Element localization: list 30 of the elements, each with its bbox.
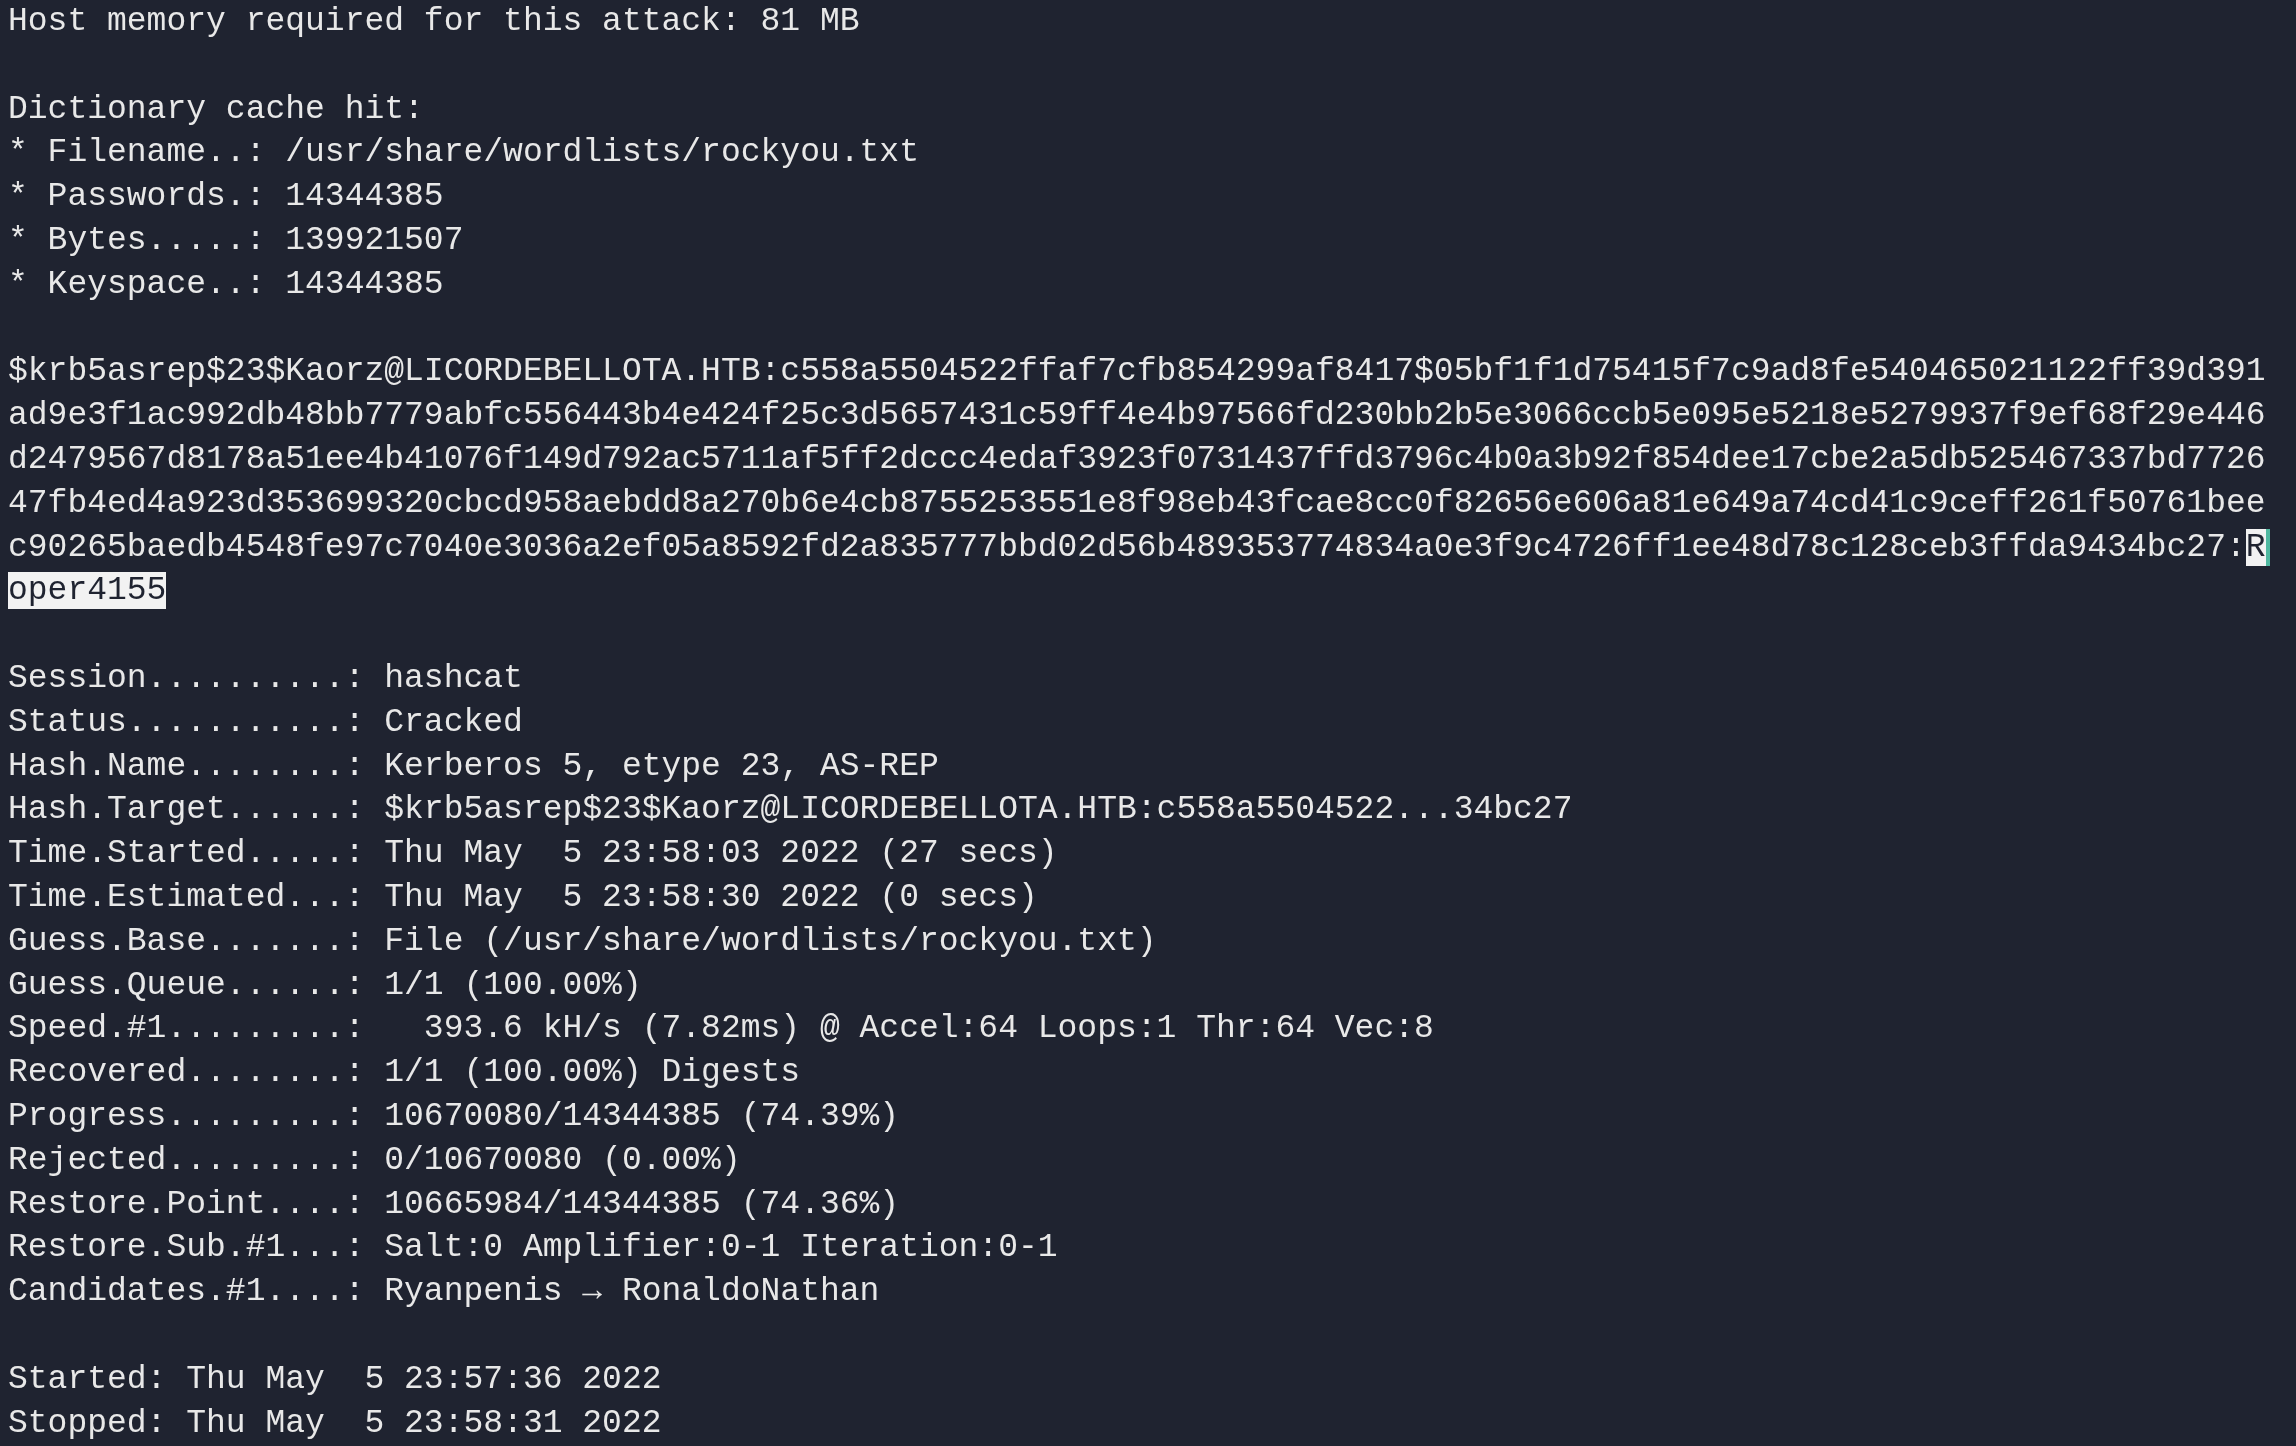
output-line: 47fb4ed4a923d353699320cbcd958aebdd8a270b6e4cb8755253551e8f98eb43fcae8cc0f82656e606a81e649a74cd41c9ceff261f50761bee <box>8 484 2266 522</box>
output-line: Guess.Base.......: File (/usr/share/wordlists/rockyou.txt) <box>8 922 1157 960</box>
output-line: Host memory required for this attack: 81 MB <box>8 3 860 40</box>
output-line: Guess.Queue......: 1/1 (100.00%) <box>8 966 642 1004</box>
output-line: Hash.Name........: Kerberos 5, etype 23, AS-REP <box>8 747 939 785</box>
output-line: * Passwords.: 14344385 <box>8 178 444 216</box>
output-line: Started: Thu May 5 23:57:36 2022 <box>8 1360 662 1398</box>
output-line: * Bytes.....: 139921507 <box>8 222 464 259</box>
output-line: Hash.Target......: $krb5asrep$23$Kaorz@LICORDEBELLOTA.HTB:c558a5504522...34bc27 <box>8 791 1573 829</box>
selected-text: R <box>2245 528 2270 566</box>
output-line: Stopped: Thu May 5 23:58:31 2022 <box>8 1404 662 1442</box>
output-line: Time.Started.....: Thu May 5 23:58:03 2022 (27 secs) <box>8 835 1058 873</box>
output-line: Rejected.........: 0/10670080 (0.00%) <box>8 1141 741 1179</box>
selected-text: oper4155 <box>8 572 167 610</box>
output-line: * Filename..: /usr/share/wordlists/rockyou.txt <box>8 134 919 172</box>
output-line: d2479567d8178a51ee4b41076f149d792ac5711af5ff2dccc4edaf3923f0731437ffd3796c4b0a3b92f854dee17cbe2a5db525467337bd7726 <box>8 440 2266 478</box>
output-line: Status...........: Cracked <box>8 703 523 741</box>
output-line: Session..........: hashcat <box>8 659 523 697</box>
output-line: Time.Estimated...: Thu May 5 23:58:30 2022 (0 secs) <box>8 878 1038 916</box>
output-line: ad9e3f1ac992db48bb7779abfc556443b4e424f25c3d5657431c59ff4e4b97566fd230bb2b5e3066ccb5e095e5218e5279937f9ef68f29e446 <box>8 397 2266 435</box>
output-line: $krb5asrep$23$Kaorz@LICORDEBELLOTA.HTB:c558a5504522ffaf7cfb854299af8417$05bf1f1d75415f7c9ad8fe540465021122ff39d391 <box>8 353 2266 391</box>
output-line: Candidates.#1....: Ryanpenis → RonaldoNathan <box>8 1273 880 1311</box>
output-line: Restore.Point....: 10665984/14344385 (74.36%) <box>8 1185 900 1223</box>
output-line: Restore.Sub.#1...: Salt:0 Amplifier:0-1 Iteration:0-1 <box>8 1229 1058 1267</box>
output-line: Recovered........: 1/1 (100.00%) Digests <box>8 1054 801 1092</box>
output-line: Dictionary cache hit: <box>8 90 424 128</box>
output-line: * Keyspace..: 14344385 <box>8 265 444 303</box>
output-line: Speed.#1.........: 393.6 kH/s (7.82ms) @ Accel:64 Loops:1 Thr:64 Vec:8 <box>8 1010 1434 1048</box>
output-line: Progress.........: 10670080/14344385 (74.39%) <box>8 1097 900 1135</box>
output-text: c90265baedb4548fe97c7040e3036a2ef05a8592fd2a835777bbd02d56b489353774834a0e3f9c4726ff1ee48d78c128ceb3ffda9434bc27: <box>8 528 2246 566</box>
